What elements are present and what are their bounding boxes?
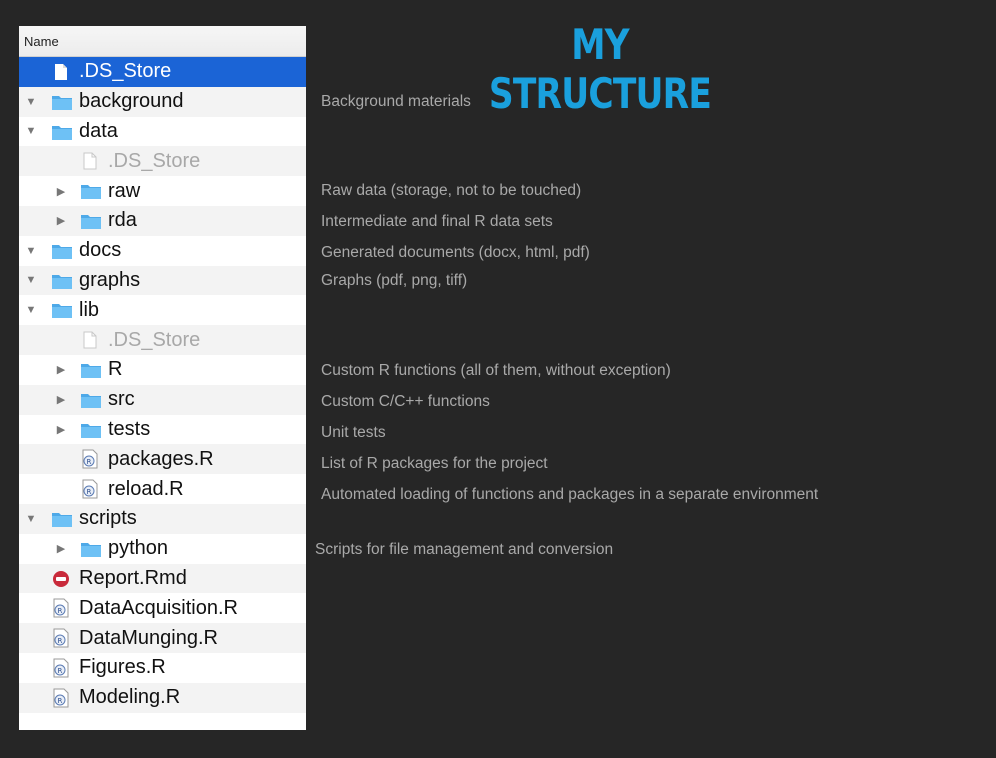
list-item[interactable]: .DS_Store [19, 325, 306, 355]
list-item[interactable]: ▶ src [19, 384, 306, 415]
list-item[interactable]: ▶ tests [19, 415, 306, 445]
description-tests: Unit tests [321, 424, 386, 441]
description-src: Custom C/C++ functions [321, 393, 490, 410]
list-item-label: src [108, 388, 135, 411]
rmd-icon [52, 570, 70, 594]
folder-icon [51, 94, 73, 111]
svg-text:R: R [58, 637, 63, 645]
disclosure-expanded-icon[interactable]: ▼ [25, 274, 37, 286]
list-item[interactable]: R Figures.R [19, 653, 306, 683]
disclosure-collapsed-icon[interactable]: ▶ [55, 423, 67, 436]
list-item-label: .DS_Store [108, 328, 201, 351]
list-item[interactable]: ▼ lib [19, 295, 306, 325]
svg-text:R: R [58, 667, 63, 675]
list-item-label: Report.Rmd [79, 566, 187, 589]
list-item[interactable]: ▼ data [19, 117, 306, 147]
folder-icon [80, 541, 102, 558]
list-item[interactable]: ▼ background [19, 86, 306, 117]
list-item[interactable]: ▶ raw [19, 176, 306, 206]
disclosure-expanded-icon[interactable]: ▼ [25, 245, 37, 257]
list-item[interactable]: ▼ docs [19, 236, 306, 266]
list-item-label: scripts [79, 507, 137, 530]
disclosure-collapsed-icon[interactable]: ▶ [55, 542, 67, 555]
finder-list-view[interactable]: Name .DS_Store ▼ background ▼ data .DS_S… [19, 26, 306, 730]
folder-icon [80, 213, 102, 230]
r-script-icon: R [52, 628, 70, 654]
folder-icon [51, 302, 73, 319]
list-item-label: Figures.R [79, 656, 166, 679]
list-item-label: background [79, 90, 184, 113]
list-item-label: reload.R [108, 477, 184, 500]
list-item-label: R [108, 358, 123, 381]
list-item[interactable]: .DS_Store [19, 57, 306, 87]
list-item-label: docs [79, 239, 122, 262]
list-item[interactable]: ▶ python [19, 534, 306, 564]
folder-icon [51, 273, 73, 290]
disclosure-collapsed-icon[interactable]: ▶ [55, 214, 67, 227]
list-item[interactable]: ▼ scripts [19, 504, 306, 534]
disclosure-expanded-icon[interactable]: ▼ [25, 304, 37, 316]
list-item-label: rda [108, 209, 137, 232]
list-item[interactable]: ▶ R [19, 355, 306, 385]
folder-icon [51, 511, 73, 528]
disclosure-expanded-icon[interactable]: ▼ [25, 125, 37, 137]
r-script-icon: R [81, 479, 99, 505]
list-item-label: packages.R [108, 447, 214, 470]
folder-icon [80, 183, 102, 200]
list-item-label: Modeling.R [79, 686, 181, 709]
list-item-label: data [79, 119, 118, 142]
svg-text:R: R [87, 458, 92, 466]
file-icon [83, 152, 97, 176]
description-raw: Raw data (storage, not to be touched) [321, 182, 582, 199]
list-item[interactable]: ▶ rda [19, 206, 306, 236]
list-item[interactable]: R packages.R [19, 444, 306, 475]
list-item[interactable]: ▼ graphs [19, 265, 306, 296]
description-docs: Generated documents (docx, html, pdf) [321, 244, 590, 261]
disclosure-collapsed-icon[interactable]: ▶ [55, 185, 67, 198]
folder-icon [80, 392, 102, 409]
disclosure-collapsed-icon[interactable]: ▶ [55, 363, 67, 376]
list-item-label: .DS_Store [79, 60, 172, 83]
list-item-label: .DS_Store [108, 149, 201, 172]
r-script-icon: R [52, 688, 70, 714]
list-item[interactable]: R DataMunging.R [19, 623, 306, 653]
r-script-icon: R [52, 598, 70, 624]
svg-text:R: R [58, 697, 63, 705]
file-icon [83, 331, 97, 355]
folder-icon [80, 362, 102, 379]
folder-icon [51, 243, 73, 260]
description-r-functions: Custom R functions (all of them, without… [321, 362, 671, 379]
r-script-icon: R [81, 449, 99, 475]
svg-text:R: R [87, 488, 92, 496]
list-item[interactable]: Report.Rmd [19, 563, 306, 594]
description-reload: Automated loading of functions and packa… [321, 486, 819, 503]
list-item-label: tests [108, 417, 151, 440]
slide: MY STRUCTURE Name .DS_Store ▼ background… [0, 0, 996, 758]
disclosure-expanded-icon[interactable]: ▼ [25, 96, 37, 108]
file-icon [54, 63, 68, 87]
folder-icon [51, 124, 73, 141]
description-rda: Intermediate and final R data sets [321, 213, 553, 230]
r-script-icon: R [52, 658, 70, 684]
list-item[interactable]: R reload.R [19, 474, 306, 504]
list-item[interactable]: .DS_Store [19, 146, 306, 177]
disclosure-collapsed-icon[interactable]: ▶ [55, 393, 67, 406]
svg-text:R: R [58, 607, 63, 615]
folder-icon [80, 422, 102, 439]
list-item-label: raw [108, 179, 141, 202]
list-item-label: DataMunging.R [79, 626, 218, 649]
list-item-label: DataAcquisition.R [79, 596, 238, 619]
list-item-label: graphs [79, 268, 141, 291]
description-background: Background materials [321, 93, 471, 110]
disclosure-expanded-icon[interactable]: ▼ [25, 513, 37, 525]
name-column-header[interactable]: Name [19, 26, 306, 57]
list-item[interactable]: R Modeling.R [19, 682, 306, 714]
description-graphs: Graphs (pdf, png, tiff) [321, 272, 468, 289]
list-item-label: lib [79, 298, 100, 321]
list-item[interactable]: R DataAcquisition.R [19, 593, 306, 623]
description-python: Scripts for file management and conversi… [315, 541, 614, 558]
slide-title: MY STRUCTURE [488, 20, 712, 118]
list-item-label: python [108, 537, 169, 560]
description-packages: List of R packages for the project [321, 455, 548, 472]
